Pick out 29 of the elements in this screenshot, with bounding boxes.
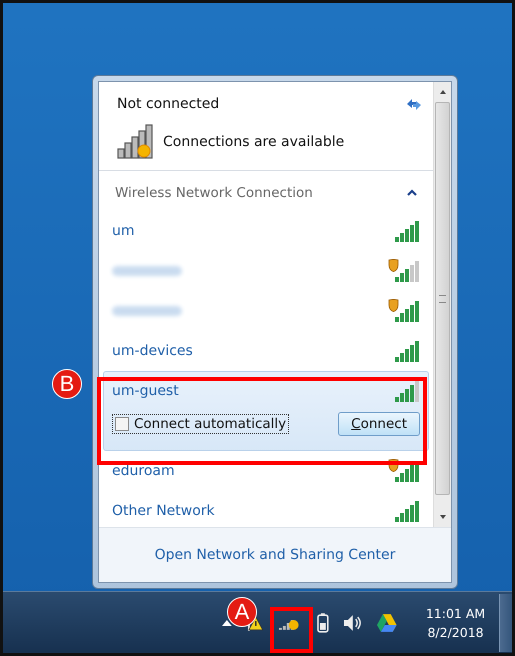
selected-network-row[interactable]: um-guest Connect automatically Connect: [103, 371, 429, 451]
speaker-icon[interactable]: [342, 614, 362, 632]
clock[interactable]: 11:01 AM 8/2/2018: [426, 606, 486, 640]
chevron-icon[interactable]: [407, 189, 417, 197]
network-name[interactable]: um-devices: [112, 343, 193, 359]
signal-strength-icon: [395, 220, 420, 242]
clock-date: 8/2/2018: [427, 624, 484, 640]
availability-text: Connections are available: [163, 134, 344, 150]
network-sharing-center-link[interactable]: Open Network and Sharing Center: [154, 547, 396, 563]
connect-automatically-checkbox[interactable]: Connect automatically: [112, 414, 290, 434]
signal-strength-icon: [395, 500, 420, 522]
section-title: Wireless Network Connection: [115, 185, 313, 201]
network-name[interactable]: Other Network: [112, 503, 215, 519]
network-name[interactable]: um: [112, 223, 135, 239]
annotation-box: [270, 607, 313, 653]
status-text: Not connected: [117, 96, 220, 112]
show-hidden-icons-icon[interactable]: [222, 618, 232, 626]
signal-strength-icon: [395, 340, 420, 362]
battery-icon[interactable]: [316, 612, 329, 632]
scrollbar[interactable]: [433, 82, 451, 527]
network-name[interactable]: eduroam: [112, 463, 175, 479]
connect-button[interactable]: Connect: [338, 412, 420, 436]
network-name[interactable]: um-guest: [112, 383, 179, 399]
signal-strength-icon: [395, 300, 420, 322]
signal-strength-icon: [395, 380, 420, 402]
triangle-logo-icon[interactable]: [376, 612, 398, 632]
show-desktop-button[interactable]: [499, 594, 512, 652]
clock-time: 11:01 AM: [426, 606, 486, 620]
signal-strength-icon: [395, 260, 420, 282]
